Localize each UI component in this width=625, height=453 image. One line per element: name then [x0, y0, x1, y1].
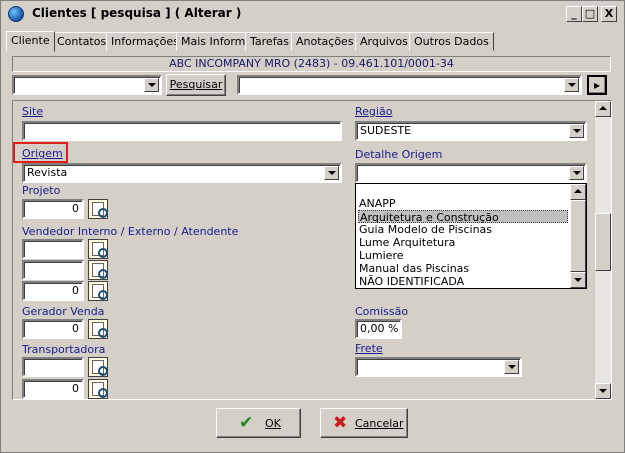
atendente-value: 0 — [72, 284, 79, 297]
transportadora-code-input[interactable]: 0 — [22, 379, 84, 399]
chevron-down-icon[interactable] — [569, 124, 584, 138]
regiao-label[interactable]: Região — [355, 105, 392, 118]
chevron-down-icon[interactable] — [569, 166, 584, 180]
vendedor-externo-input[interactable] — [22, 260, 84, 280]
atendente-input[interactable]: 0 — [22, 281, 84, 301]
gerador-venda-label: Gerador Venda — [22, 305, 105, 318]
vendedor-label: Vendedor Interno / Externo / Atendente — [22, 225, 239, 238]
cancel-button-label: Cancelar — [355, 417, 404, 430]
site-input[interactable] — [22, 121, 342, 141]
ok-button-label: OK — [265, 417, 281, 430]
minimize-button[interactable]: _ — [566, 6, 582, 22]
window-title: Clientes [ pesquisa ] ( Alterar ) — [32, 6, 242, 20]
tab-contatos[interactable]: Contatos — [52, 32, 112, 51]
transportadora-lookup-icon[interactable] — [88, 357, 108, 377]
client-info-bar: ABC INCOMPANY MRO (2483) - 09.461.101/00… — [12, 56, 611, 72]
site-label[interactable]: Site — [22, 105, 43, 118]
scroll-up-icon[interactable] — [595, 101, 611, 117]
tab-arquivos[interactable]: Arquivos — [355, 32, 413, 51]
projeto-label: Projeto — [22, 184, 61, 197]
tab-tarefas[interactable]: Tarefas — [245, 32, 295, 51]
list-item[interactable]: Lumiere — [358, 249, 568, 262]
projeto-lookup-icon[interactable] — [88, 199, 108, 219]
globe-icon — [8, 6, 24, 22]
search-type-select[interactable] — [12, 75, 162, 95]
list-item-selected[interactable]: Arquitetura e Construção — [358, 210, 568, 224]
list-item[interactable]: Manual das Piscinas — [358, 262, 568, 275]
scroll-up-icon[interactable] — [570, 184, 586, 200]
gerador-venda-input[interactable]: 0 — [22, 319, 84, 339]
cancel-button[interactable]: ✖ Cancelar — [320, 408, 408, 438]
gerador-venda-value: 0 — [72, 322, 79, 335]
list-item[interactable]: Lume Arquitetura — [358, 236, 568, 249]
atendente-lookup-icon[interactable] — [88, 281, 108, 301]
transportadora-label: Transportadora — [22, 343, 106, 356]
ok-button[interactable]: ✔ OK — [216, 408, 301, 438]
transportadora-input[interactable] — [22, 357, 84, 377]
transportadora-code-value: 0 — [72, 382, 79, 395]
search-input[interactable] — [237, 75, 582, 95]
detalhe-origem-label: Detalhe Origem — [355, 148, 443, 161]
vendedor-interno-input[interactable] — [22, 239, 84, 259]
detalhe-origem-dropdown-list[interactable]: ANAPP Arquitetura e Construção Guia Mode… — [355, 183, 587, 289]
scrollbar-thumb[interactable] — [595, 213, 611, 271]
tab-strip: Cliente Contatos Informações Mais Inform… — [6, 31, 618, 52]
vendedor-externo-lookup-icon[interactable] — [88, 260, 108, 280]
tab-anotacoes[interactable]: Anotações — [291, 32, 359, 51]
search-button[interactable]: Pesquisar — [166, 74, 226, 96]
x-icon: ✖ — [333, 413, 348, 433]
comissao-value: 0,00 % — [360, 322, 399, 335]
scroll-down-icon[interactable] — [595, 383, 611, 399]
scroll-down-icon[interactable] — [570, 272, 586, 288]
origem-value: Revista — [27, 166, 68, 179]
checkmark-icon: ✔ — [239, 413, 254, 433]
transportadora-code-lookup-icon[interactable] — [88, 379, 108, 399]
tab-mais-inform[interactable]: Mais Inform. — [176, 32, 254, 51]
projeto-value: 0 — [72, 202, 79, 215]
tab-informacoes[interactable]: Informações — [106, 32, 184, 51]
form-scrollbar[interactable] — [595, 101, 611, 399]
regiao-select[interactable]: SUDESTE — [355, 121, 587, 141]
tab-cliente[interactable]: Cliente — [6, 31, 55, 52]
maximize-button[interactable]: □ — [582, 6, 598, 22]
regiao-value: SUDESTE — [360, 124, 412, 137]
list-item[interactable]: NÃO IDENTIFICADA — [358, 275, 568, 288]
chevron-down-icon[interactable] — [504, 360, 519, 374]
next-record-button[interactable]: ▸ — [587, 75, 607, 95]
gerador-venda-lookup-icon[interactable] — [88, 319, 108, 339]
scrollbar-thumb[interactable] — [570, 200, 586, 272]
chevron-down-icon[interactable] — [144, 78, 159, 92]
frete-label[interactable]: Frete — [355, 342, 383, 355]
projeto-input[interactable]: 0 — [22, 199, 84, 219]
chevron-down-icon[interactable] — [564, 78, 579, 92]
list-item[interactable]: Guia Modelo de Piscinas — [358, 223, 568, 236]
tab-outros-dados[interactable]: Outros Dados — [409, 32, 494, 51]
detalhe-origem-select[interactable] — [355, 163, 587, 183]
vendedor-interno-lookup-icon[interactable] — [88, 239, 108, 259]
close-button[interactable]: X — [601, 6, 617, 22]
chevron-down-icon[interactable] — [324, 166, 339, 180]
comissao-input[interactable]: 0,00 % — [355, 319, 402, 339]
dropdown-scrollbar[interactable] — [570, 184, 586, 288]
frete-select[interactable] — [355, 357, 522, 377]
comissao-label: Comissão — [355, 305, 409, 318]
origem-select[interactable]: Revista — [22, 163, 342, 183]
list-item[interactable]: ANAPP — [358, 197, 568, 210]
origem-label[interactable]: Origem — [22, 147, 63, 160]
